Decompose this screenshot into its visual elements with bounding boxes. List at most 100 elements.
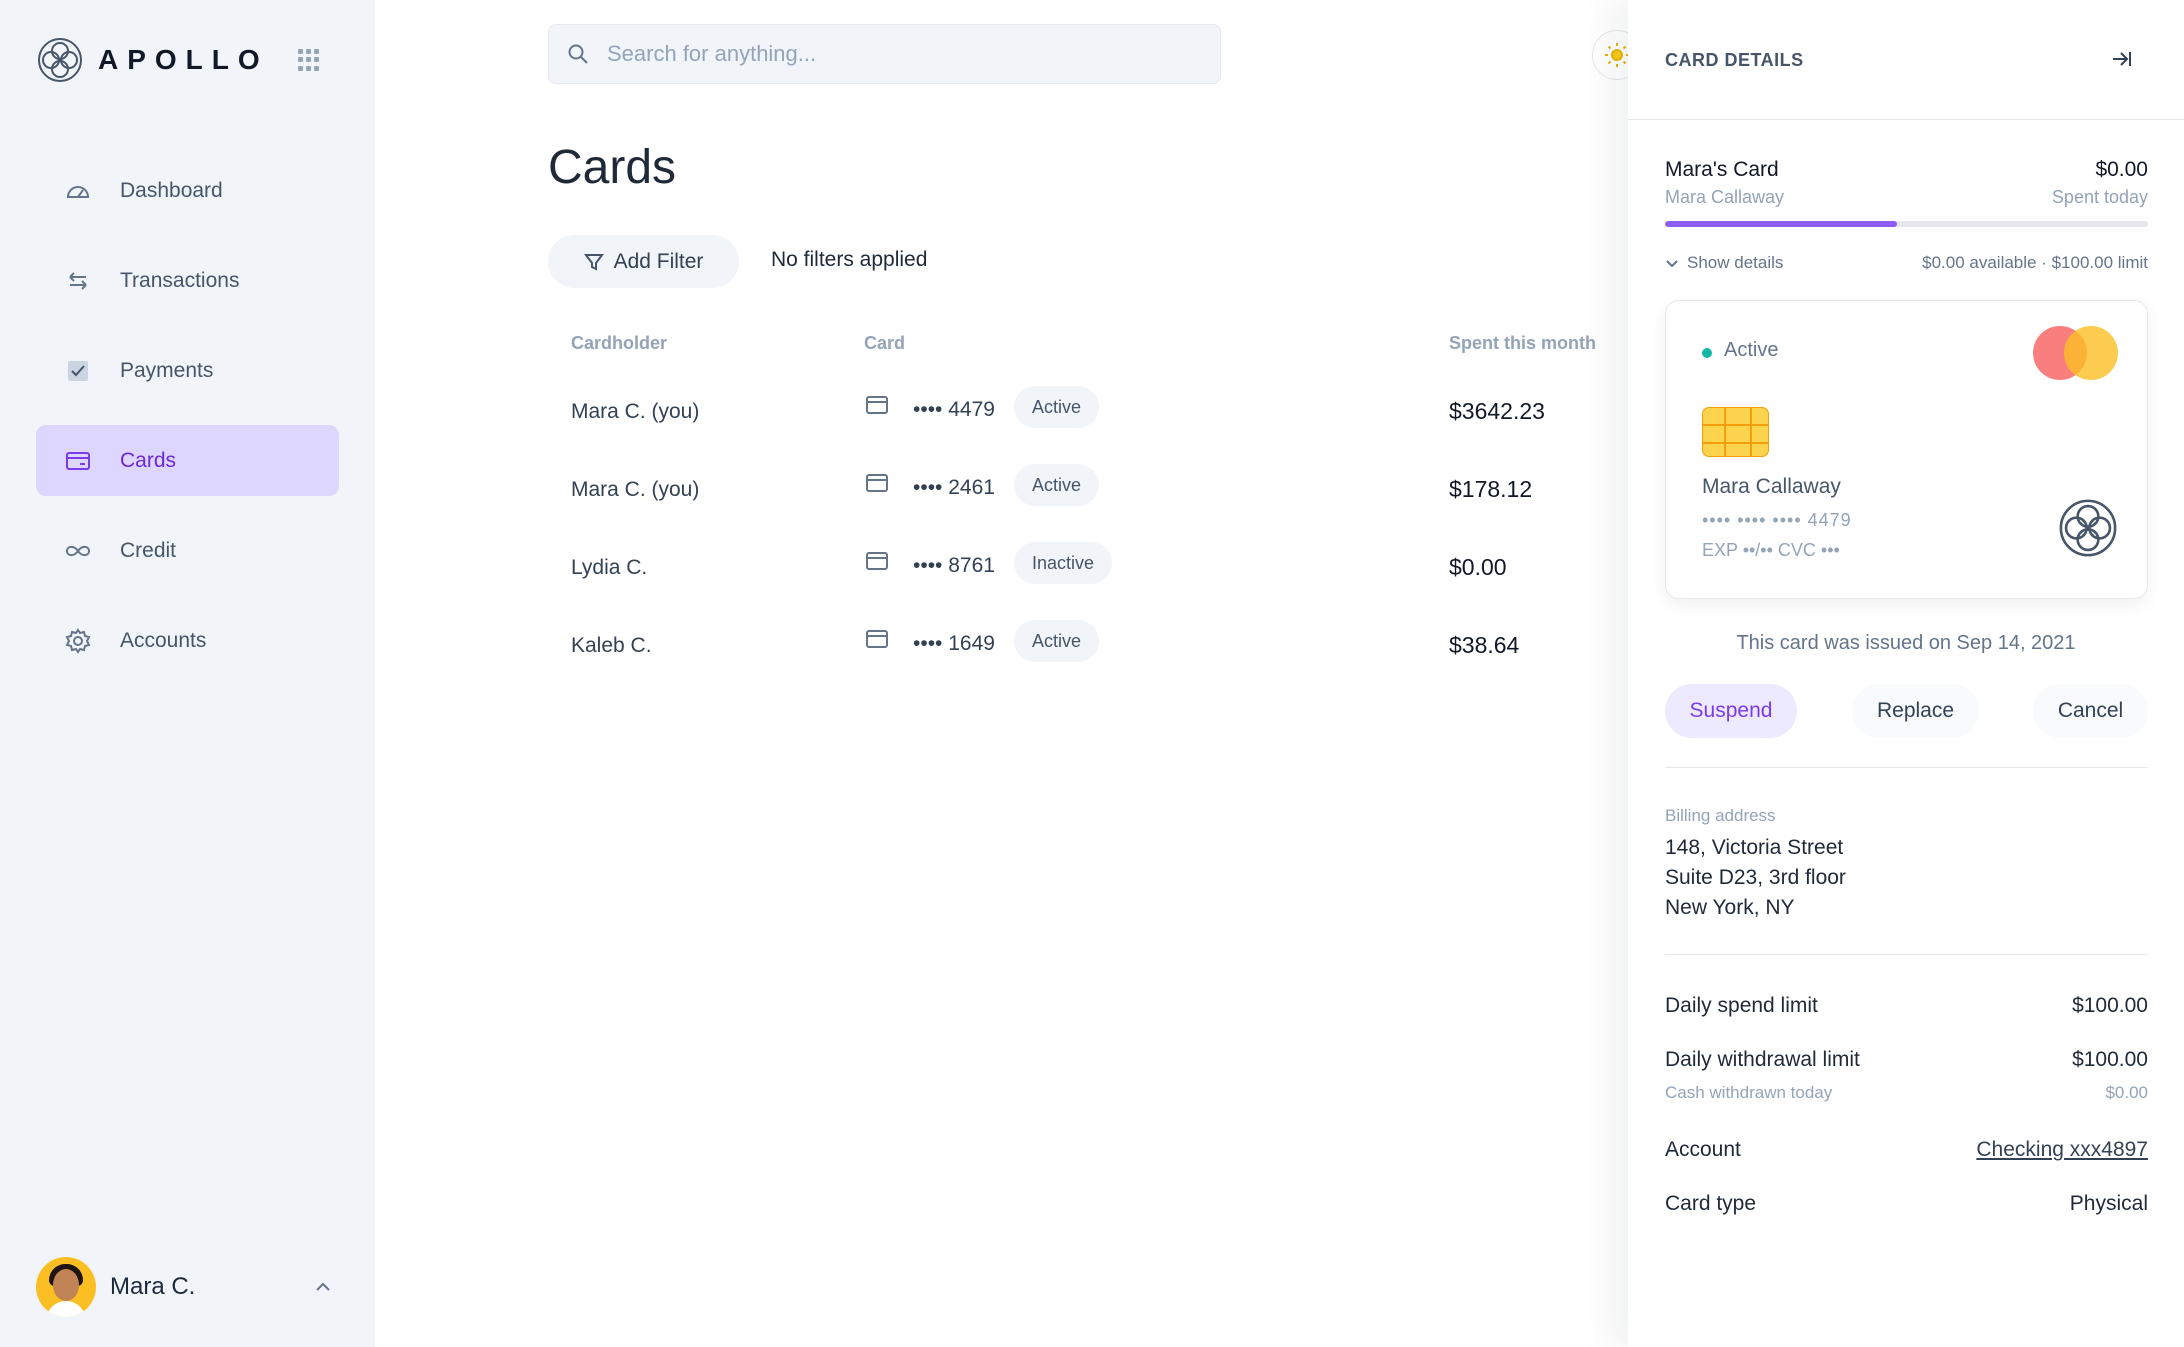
search-icon xyxy=(568,44,588,64)
sidebar-item-credit[interactable]: Credit xyxy=(36,515,339,586)
table-row[interactable]: Lydia C. •••• 8761 Inactive $0.00 xyxy=(548,530,1628,608)
card-details-panel: CARD DETAILS Mara's Card $0.00 Mara Call… xyxy=(1628,0,2184,1347)
brand[interactable]: APOLLO xyxy=(36,36,269,84)
cash-withdrawn-label: Cash withdrawn today xyxy=(1665,1083,1833,1102)
sidebar-nav: Dashboard Transactions Payments Cards Cr… xyxy=(36,155,339,695)
sun-icon xyxy=(1605,43,1629,67)
account-link[interactable]: Checking xxx4897 xyxy=(1976,1138,2148,1162)
search-input[interactable] xyxy=(607,41,1167,67)
user-menu[interactable]: Mara C. xyxy=(36,1257,339,1317)
brand-name: APOLLO xyxy=(98,44,269,75)
user-name: Mara C. xyxy=(110,1273,196,1300)
sidebar-item-label: Dashboard xyxy=(120,178,223,202)
panel-header: CARD DETAILS xyxy=(1628,0,2184,120)
column-header-card[interactable]: Card xyxy=(864,333,905,354)
sidebar-item-payments[interactable]: Payments xyxy=(36,335,339,406)
divider xyxy=(1665,767,2148,768)
card-preview-holder: Mara Callaway xyxy=(1702,475,1841,498)
billing-line-2: Suite D23, 3rd floor xyxy=(1665,866,1846,889)
daily-spend-limit-label: Daily spend limit xyxy=(1665,994,1818,1017)
status-badge: Active xyxy=(1014,464,1100,506)
spent-today-value: $0.00 xyxy=(2095,158,2148,181)
card-holder-name: Mara Callaway xyxy=(1665,187,1785,207)
credit-card-icon xyxy=(64,447,92,475)
gauge-icon xyxy=(64,177,92,205)
card-icon xyxy=(866,396,888,414)
card-number-cell: •••• 2461 xyxy=(913,476,995,499)
billing-line-1: 148, Victoria Street xyxy=(1665,836,1844,859)
status-badge: Inactive xyxy=(1014,542,1113,584)
cardholder-cell: Mara C. (you) xyxy=(571,400,700,423)
cardholder-cell: Mara C. (you) xyxy=(571,478,700,501)
card-icon xyxy=(866,552,888,570)
spent-today-label: Spent today xyxy=(2051,187,2148,207)
cancel-card-button[interactable]: Cancel xyxy=(2033,684,2148,738)
chevron-down-icon xyxy=(1666,260,1678,268)
card-preview: Active Mara Callaway •••• •••• •••• 4479… xyxy=(1665,300,2148,599)
card-chip-icon xyxy=(1702,407,1769,457)
cardholder-cell: Lydia C. xyxy=(571,556,648,579)
card-icon xyxy=(866,630,888,648)
daily-withdrawal-limit-value: $100.00 xyxy=(2072,1048,2148,1071)
avatar xyxy=(36,1257,96,1317)
checkbox-icon xyxy=(64,357,92,385)
sidebar-item-transactions[interactable]: Transactions xyxy=(36,245,339,316)
spent-cell: $3642.23 xyxy=(1449,398,1545,424)
show-details-label: Show details xyxy=(1687,253,1784,272)
table-row[interactable]: Mara C. (you) •••• 4479 Active $3642.23 xyxy=(548,374,1628,452)
close-panel-button[interactable] xyxy=(2108,46,2134,72)
daily-spend-limit-value: $100.00 xyxy=(2072,994,2148,1017)
card-type-label: Card type xyxy=(1665,1192,1757,1215)
arrows-swap-icon xyxy=(64,267,92,295)
mastercard-logo-icon xyxy=(2033,326,2118,380)
show-details-toggle[interactable]: Show details xyxy=(1665,253,1783,273)
sidebar-item-label: Cards xyxy=(120,448,177,472)
card-type-value: Physical xyxy=(2069,1192,2148,1215)
sidebar-item-label: Payments xyxy=(120,358,214,382)
billing-address-label: Billing address xyxy=(1665,806,1776,825)
card-icon xyxy=(866,474,888,492)
page-title: Cards xyxy=(548,141,677,194)
gear-icon xyxy=(64,627,92,655)
issued-date: This card was issued on Sep 14, 2021 xyxy=(1736,632,2076,654)
spent-cell: $0.00 xyxy=(1449,554,1507,580)
replace-button[interactable]: Replace xyxy=(1852,684,1979,738)
status-dot xyxy=(1702,348,1712,358)
spent-cell: $38.64 xyxy=(1449,632,1520,658)
table-row[interactable]: Kaleb C. •••• 1649 Active $38.64 xyxy=(548,608,1628,686)
cardholder-cell: Kaleb C. xyxy=(571,634,652,657)
column-header-cardholder[interactable]: Cardholder xyxy=(571,333,667,354)
card-number-cell: •••• 1649 xyxy=(913,632,995,655)
sidebar-item-label: Accounts xyxy=(120,628,207,652)
card-number-cell: •••• 4479 xyxy=(913,398,995,421)
infinity-icon xyxy=(64,537,92,565)
daily-withdrawal-limit-label: Daily withdrawal limit xyxy=(1665,1048,1860,1071)
filter-icon xyxy=(583,253,604,271)
add-filter-label: Add Filter xyxy=(613,249,704,273)
table-row[interactable]: Mara C. (you) •••• 2461 Active $178.12 xyxy=(548,452,1628,530)
filter-status: No filters applied xyxy=(771,248,928,271)
sidebar-item-cards[interactable]: Cards xyxy=(36,425,339,496)
panel-title: CARD DETAILS xyxy=(1665,50,1804,70)
sidebar-item-accounts[interactable]: Accounts xyxy=(36,605,339,676)
spend-progress-fill xyxy=(1665,221,1897,227)
column-header-spent[interactable]: Spent this month xyxy=(1449,333,1596,354)
arrow-right-icon xyxy=(2113,52,2131,66)
sidebar-item-label: Credit xyxy=(120,538,177,562)
spent-cell: $178.12 xyxy=(1449,476,1533,502)
card-status: Active xyxy=(1724,339,1779,361)
card-preview-exp-cvc: EXP ••/•• CVC ••• xyxy=(1702,540,1840,560)
apollo-logo-icon xyxy=(38,38,82,82)
apps-grid-icon[interactable] xyxy=(298,49,320,71)
add-filter-button[interactable]: Add Filter xyxy=(548,235,739,288)
sidebar: APOLLO Dashboard Transactions Payments C… xyxy=(0,0,375,1347)
status-badge: Active xyxy=(1014,386,1100,428)
status-badge: Active xyxy=(1014,620,1100,662)
limit-summary: $0.00 available · $100.00 limit xyxy=(1922,253,2148,272)
apollo-logo-icon xyxy=(2059,499,2117,557)
search-bar[interactable] xyxy=(548,24,1221,84)
suspend-button[interactable]: Suspend xyxy=(1665,684,1797,738)
sidebar-item-dashboard[interactable]: Dashboard xyxy=(36,155,339,226)
divider xyxy=(1665,954,2148,955)
account-label: Account xyxy=(1665,1138,1741,1161)
